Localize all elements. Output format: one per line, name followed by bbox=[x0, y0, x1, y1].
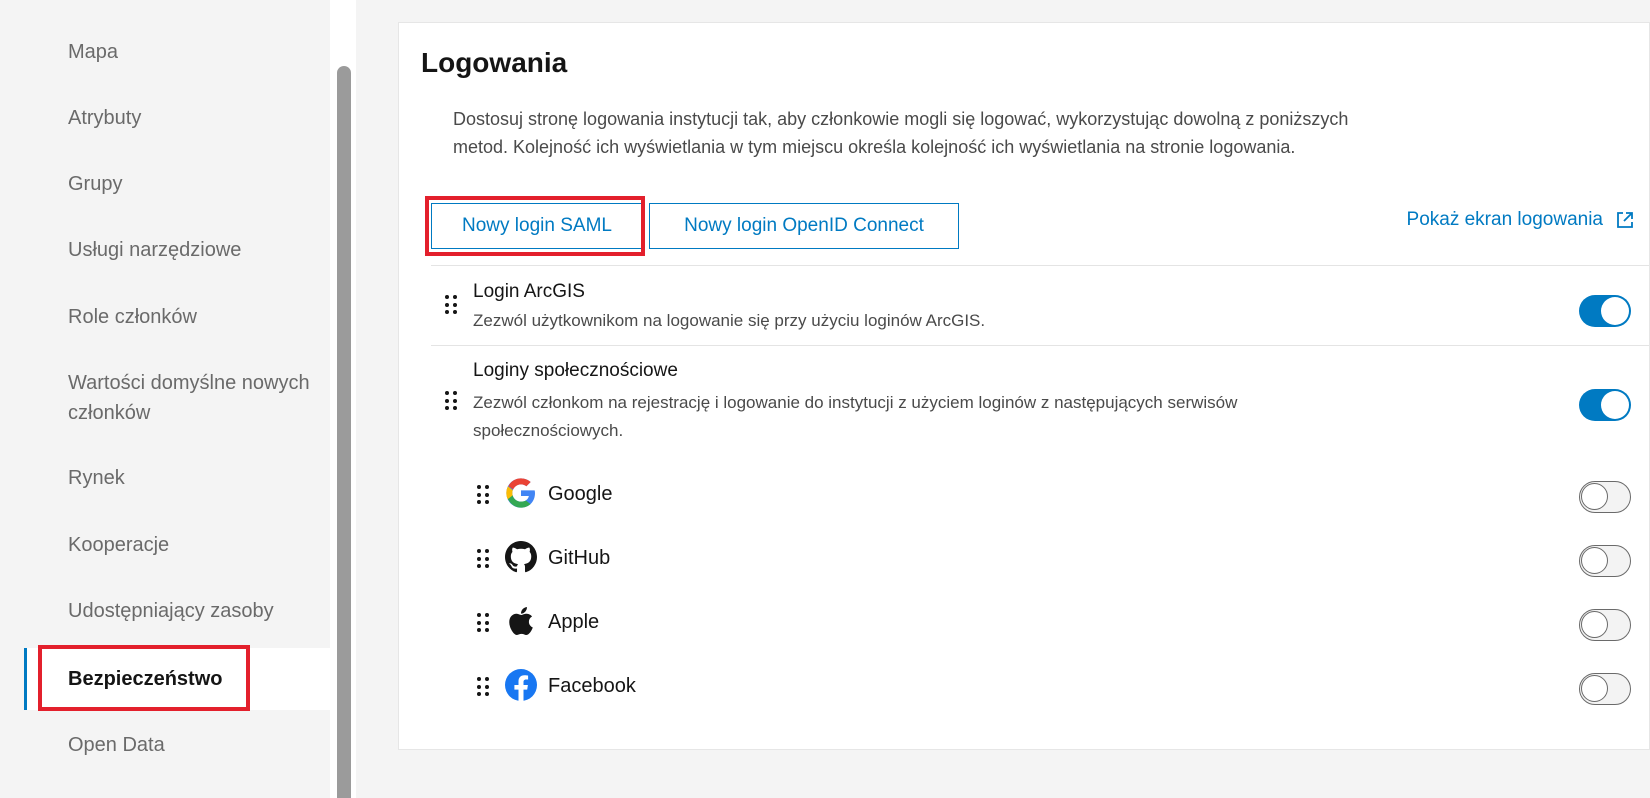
apple-toggle[interactable] bbox=[1579, 609, 1631, 641]
github-icon bbox=[505, 541, 537, 573]
intro-text: Dostosuj stronę logowania instytucji tak… bbox=[453, 105, 1553, 161]
sidebar-item-utility-services[interactable]: Usługi narzędziowe bbox=[24, 235, 330, 265]
apple-icon bbox=[509, 607, 533, 635]
social-logins-title: Loginy społecznościowe bbox=[473, 360, 678, 381]
sidebar-item-security[interactable]: Bezpieczeństwo bbox=[24, 648, 330, 710]
arcgis-login-description: Zezwól użytkownikom na logowanie się prz… bbox=[473, 311, 986, 330]
google-icon bbox=[506, 478, 535, 508]
drag-handle-icon[interactable] bbox=[477, 613, 491, 633]
sidebar-item-new-member-defaults[interactable]: Wartości domyślne nowych członków bbox=[24, 368, 330, 428]
sidebar-item-map[interactable]: Mapa bbox=[24, 37, 330, 67]
toggle-knob bbox=[1581, 547, 1608, 574]
facebook-label: Facebook bbox=[548, 675, 636, 697]
arcgis-login-title: Login ArcGIS bbox=[473, 281, 585, 302]
desc-line: Zezwól członkom na rejestrację i logowan… bbox=[473, 393, 1238, 412]
intro-line: metod. Kolejność ich wyświetlania w tym … bbox=[453, 137, 1296, 157]
arcgis-login-toggle[interactable] bbox=[1579, 295, 1631, 327]
drag-handle-icon[interactable] bbox=[445, 295, 459, 315]
new-saml-login-button[interactable]: Nowy login SAML bbox=[431, 203, 643, 249]
drag-handle-icon[interactable] bbox=[477, 677, 491, 697]
github-toggle[interactable] bbox=[1579, 545, 1631, 577]
toggle-knob bbox=[1581, 483, 1608, 510]
show-login-screen-link[interactable]: Pokaż ekran logowania bbox=[1407, 209, 1635, 231]
settings-sidebar: Mapa Atrybuty Grupy Usługi narzędziowe R… bbox=[0, 0, 330, 798]
google-label: Google bbox=[548, 483, 613, 505]
drag-handle-icon[interactable] bbox=[477, 485, 491, 505]
toggle-knob bbox=[1581, 675, 1608, 702]
sidebar-item-groups[interactable]: Grupy bbox=[24, 169, 330, 199]
show-login-label: Pokaż ekran logowania bbox=[1406, 209, 1603, 230]
github-label: GitHub bbox=[548, 547, 611, 569]
external-link-icon bbox=[1617, 212, 1633, 228]
sidebar-item-label: członków bbox=[68, 402, 151, 424]
drag-handle-icon[interactable] bbox=[477, 549, 491, 569]
toggle-knob bbox=[1601, 297, 1629, 325]
divider bbox=[431, 345, 1649, 346]
google-toggle[interactable] bbox=[1579, 481, 1631, 513]
new-openid-login-button[interactable]: Nowy login OpenID Connect bbox=[649, 203, 959, 249]
desc-line: społecznościowych. bbox=[473, 421, 624, 440]
sidebar-item-attributes[interactable]: Atrybuty bbox=[24, 103, 330, 133]
sidebar-item-content-sharers[interactable]: Udostępniający zasoby bbox=[24, 596, 330, 626]
social-logins-toggle[interactable] bbox=[1579, 389, 1631, 421]
apple-label: Apple bbox=[548, 611, 600, 633]
sidebar-item-member-roles[interactable]: Role członków bbox=[24, 302, 330, 332]
intro-line: Dostosuj stronę logowania instytucji tak… bbox=[453, 109, 1349, 129]
sidebar-scrollbar-thumb[interactable] bbox=[337, 66, 351, 798]
sidebar-item-open-data[interactable]: Open Data bbox=[24, 730, 330, 760]
divider bbox=[431, 265, 1649, 266]
sidebar-item-marketplace[interactable]: Rynek bbox=[24, 463, 330, 493]
social-logins-description: Zezwól członkom na rejestrację i logowan… bbox=[473, 389, 1237, 445]
drag-handle-icon[interactable] bbox=[445, 391, 459, 411]
sidebar-item-partnerships[interactable]: Kooperacje bbox=[24, 530, 330, 560]
toggle-knob bbox=[1581, 611, 1608, 638]
logins-panel: Logowania Dostosuj stronę logowania inst… bbox=[398, 22, 1650, 750]
facebook-icon bbox=[505, 669, 537, 701]
sidebar-item-label: Wartości domyślne nowych bbox=[68, 372, 310, 394]
page-title: Logowania bbox=[421, 47, 568, 78]
facebook-toggle[interactable] bbox=[1579, 673, 1631, 705]
toggle-knob bbox=[1601, 391, 1629, 419]
